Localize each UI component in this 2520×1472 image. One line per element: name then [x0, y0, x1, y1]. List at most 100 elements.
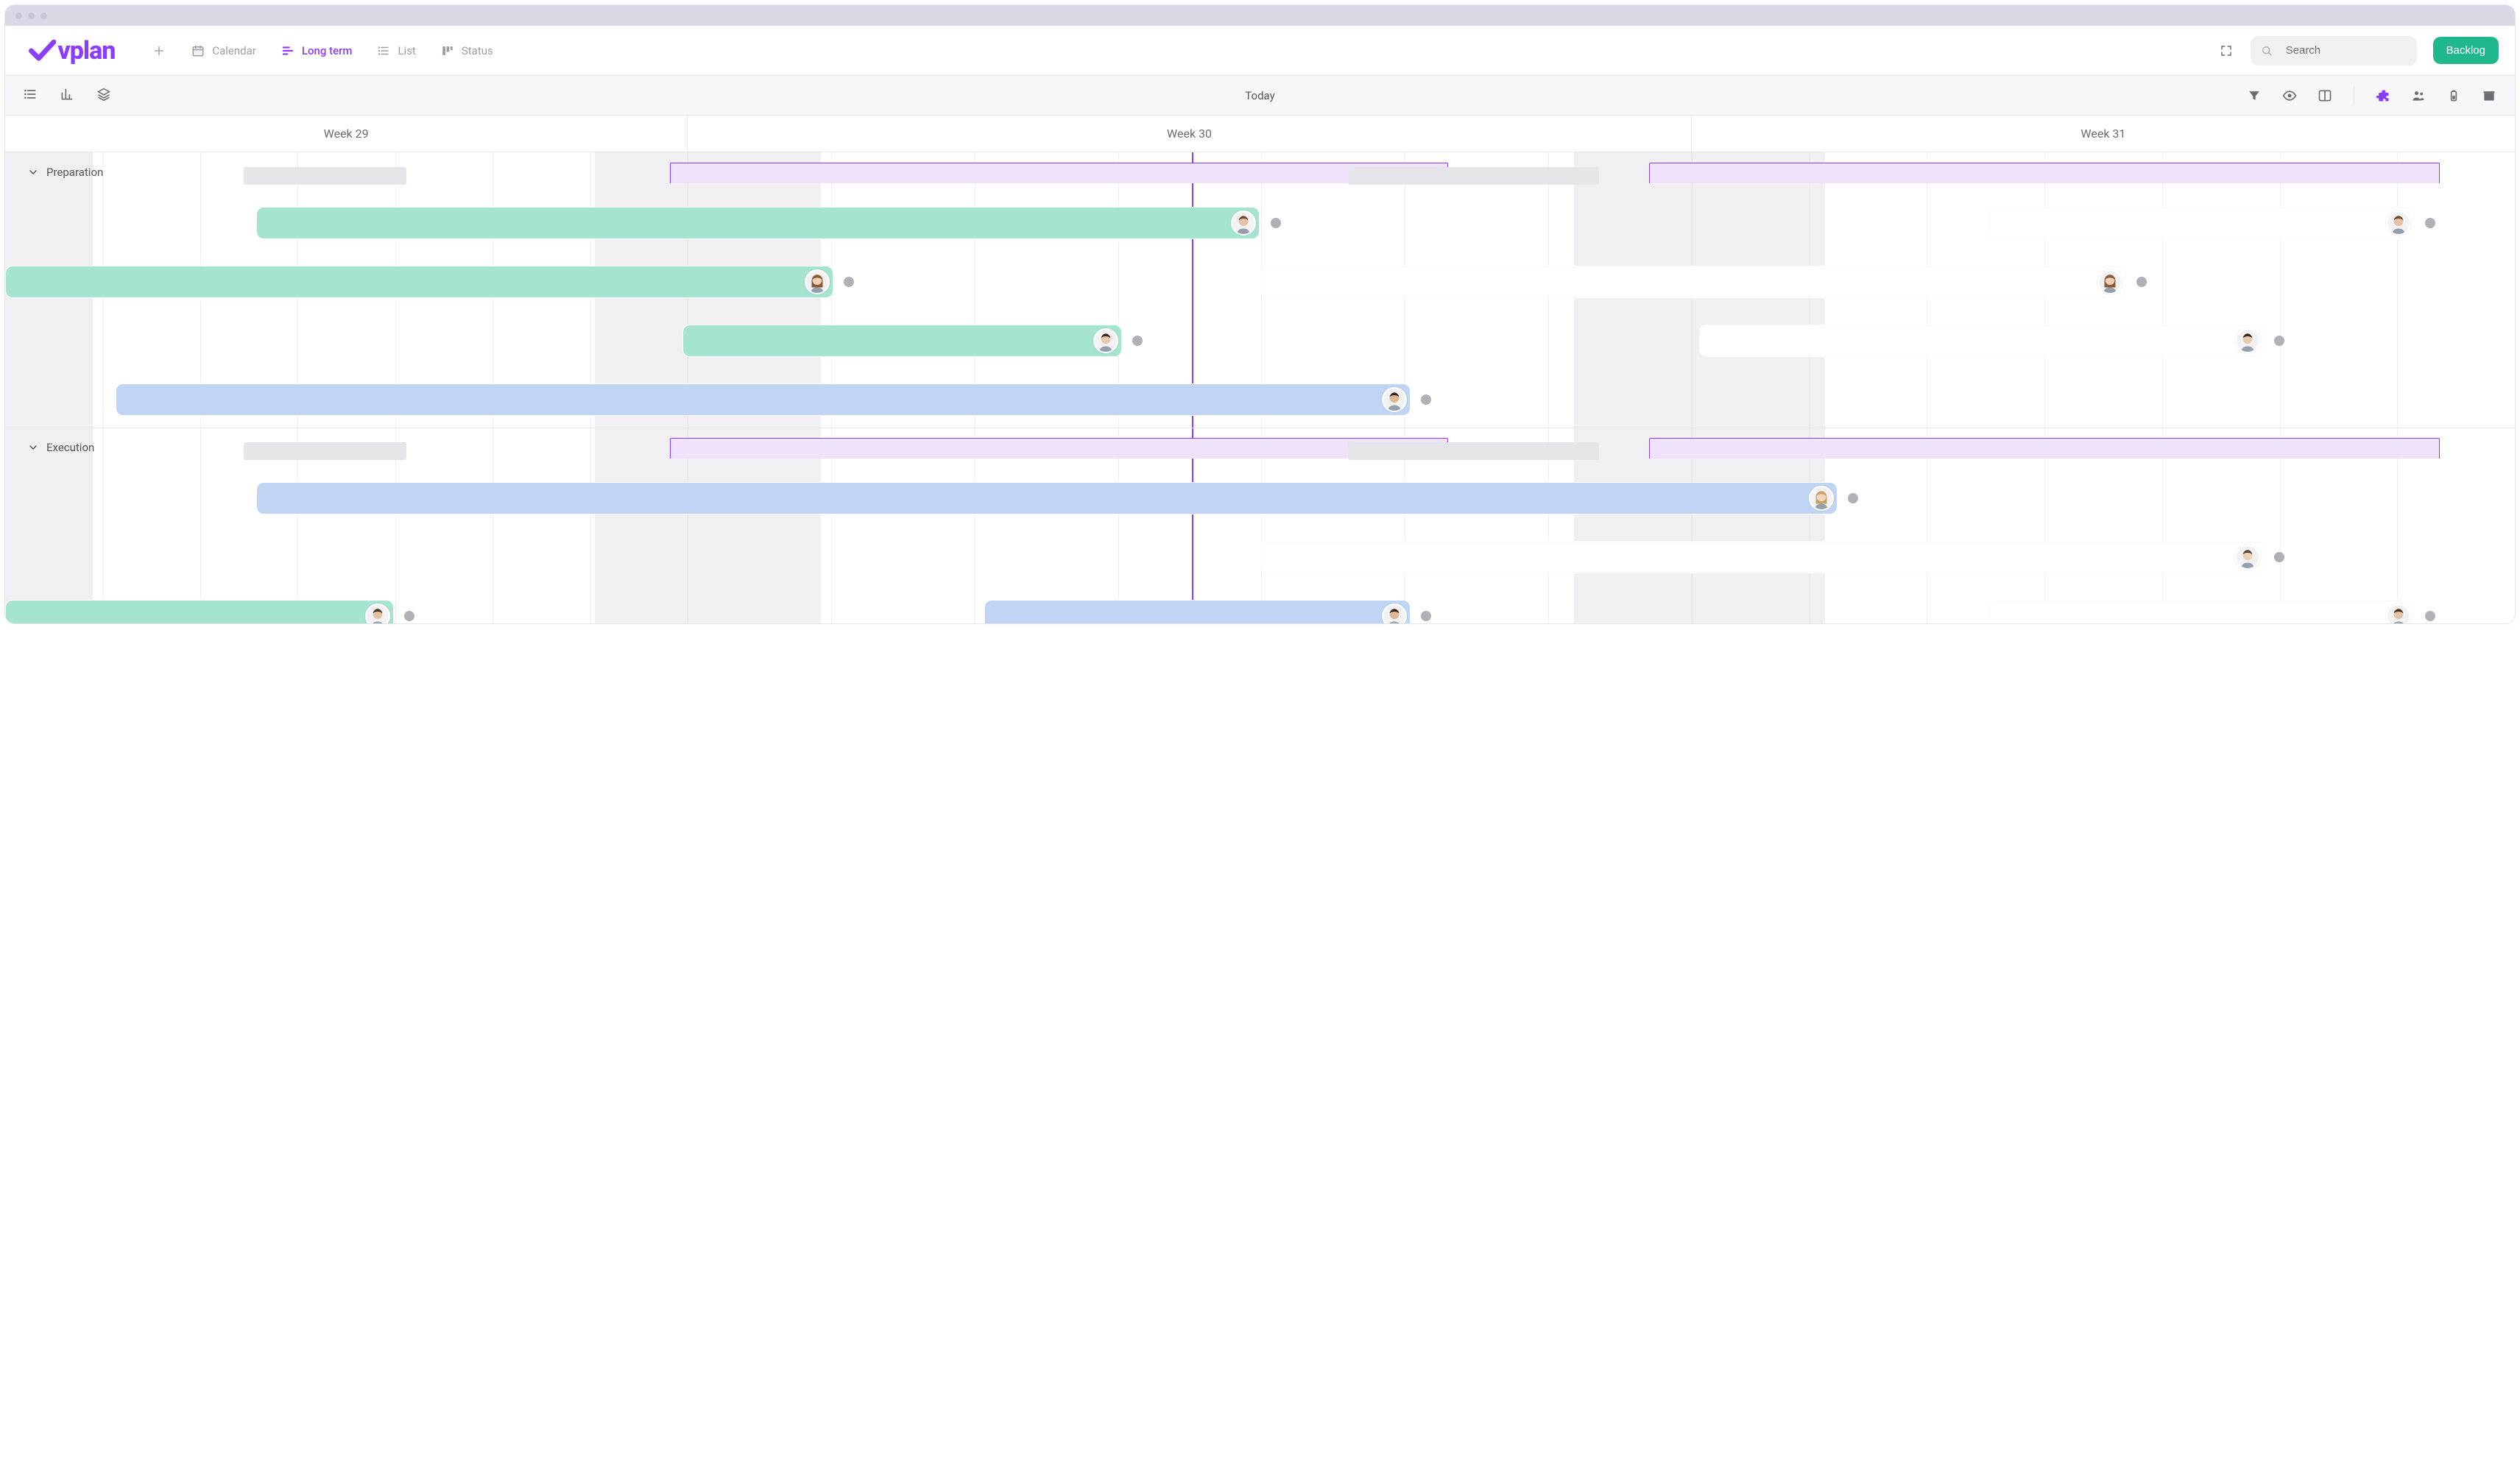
- task-bar[interactable]: [984, 600, 1411, 623]
- today-label[interactable]: Today: [1245, 89, 1274, 102]
- calendar-icon: [191, 44, 205, 57]
- task-bar[interactable]: [116, 383, 1411, 416]
- expand-icon: [2220, 44, 2233, 57]
- list-bulleted-icon: [23, 87, 38, 102]
- team-button[interactable]: [2410, 88, 2427, 103]
- assignee-avatar[interactable]: [805, 269, 830, 294]
- filter-button[interactable]: [2246, 88, 2262, 103]
- window-titlebar: [5, 5, 2515, 26]
- capacity-curve: [670, 163, 1448, 183]
- assignee-avatar[interactable]: [1382, 604, 1407, 623]
- task-status-dot[interactable]: [2274, 336, 2284, 346]
- task-bar[interactable]: [682, 325, 1122, 357]
- view-longterm[interactable]: Long term: [281, 44, 353, 57]
- chart-toggle-button[interactable]: [60, 87, 74, 105]
- list-toggle-button[interactable]: [23, 87, 38, 105]
- week-header-cell: Week 31: [1692, 116, 2515, 152]
- weeks-header: Week 29 Week 30 Week 31: [5, 116, 2515, 152]
- list-icon: [377, 44, 390, 57]
- task-status-dot[interactable]: [844, 277, 854, 287]
- task-status-dot[interactable]: [1848, 493, 1858, 503]
- task-bar[interactable]: [1260, 266, 2126, 298]
- archive-icon: [2482, 88, 2496, 103]
- visibility-button[interactable]: [2281, 88, 2298, 103]
- chevron-down-icon: [27, 442, 39, 453]
- toolbar-left: [23, 87, 111, 105]
- view-list[interactable]: List: [377, 44, 415, 57]
- task-bar[interactable]: [5, 266, 833, 298]
- search-box[interactable]: [2251, 36, 2417, 66]
- columns-button[interactable]: [2317, 88, 2333, 103]
- task-status-dot[interactable]: [2425, 611, 2435, 621]
- assignee-avatar[interactable]: [2235, 545, 2260, 570]
- assignee-avatar[interactable]: [1809, 486, 1834, 511]
- plugins-button[interactable]: [2375, 88, 2391, 103]
- capacity-curve: [1649, 163, 2440, 183]
- week-label: Week 31: [2080, 127, 2125, 141]
- app-header: vplan Calendar Long term List Status: [5, 26, 2515, 76]
- traffic-light-dot: [28, 13, 35, 19]
- task-bar[interactable]: [5, 600, 394, 623]
- resource-button[interactable]: [2446, 88, 2462, 103]
- traffic-light-dot: [15, 13, 22, 19]
- brand-logo: vplan: [29, 36, 115, 66]
- assignee-avatar[interactable]: [2386, 210, 2411, 236]
- capacity-background: [244, 442, 407, 460]
- app-window: vplan Calendar Long term List Status: [4, 4, 2516, 624]
- assignee-avatar[interactable]: [2235, 328, 2260, 353]
- add-button[interactable]: [149, 40, 169, 61]
- view-switcher: Calendar Long term List Status: [191, 44, 493, 57]
- header-right: Backlog: [2218, 36, 2499, 66]
- view-calendar[interactable]: Calendar: [191, 44, 256, 57]
- bar-chart-icon: [60, 87, 74, 102]
- checkmark-icon: [29, 38, 56, 63]
- assignee-avatar[interactable]: [2097, 269, 2122, 294]
- group-header-execution[interactable]: Execution: [27, 441, 94, 454]
- search-input[interactable]: [2280, 37, 2413, 65]
- task-bar[interactable]: [256, 207, 1260, 239]
- task-status-dot[interactable]: [1271, 218, 1281, 228]
- task-bar[interactable]: [1699, 325, 2264, 357]
- layers-button[interactable]: [96, 87, 111, 105]
- task-status-dot[interactable]: [1421, 611, 1431, 621]
- week-header-cell: Week 30: [688, 116, 1692, 152]
- archive-button[interactable]: [2481, 88, 2497, 103]
- task-bar[interactable]: [1988, 600, 2415, 623]
- view-list-label: List: [398, 44, 415, 57]
- assignee-avatar[interactable]: [1382, 387, 1407, 412]
- fullscreen-button[interactable]: [2218, 43, 2234, 59]
- assignee-avatar[interactable]: [365, 604, 390, 623]
- capacity-curve: [670, 438, 1448, 459]
- task-status-dot[interactable]: [2425, 218, 2435, 228]
- assignee-avatar[interactable]: [1093, 328, 1118, 353]
- task-bar[interactable]: [1260, 541, 2265, 573]
- capacity-background: [244, 167, 407, 185]
- assignee-avatar[interactable]: [1231, 210, 1256, 236]
- task-status-dot[interactable]: [1132, 336, 1143, 346]
- puzzle-icon: [2376, 88, 2390, 103]
- task-status-dot[interactable]: [1421, 394, 1431, 405]
- capacity-curve: [1649, 438, 2440, 459]
- backlog-button[interactable]: Backlog: [2433, 37, 2499, 64]
- task-status-dot[interactable]: [2274, 552, 2284, 562]
- week-label: Week 29: [324, 127, 369, 141]
- day-gridline: [102, 152, 103, 623]
- capacity-background: [1348, 442, 1599, 460]
- timeline-canvas[interactable]: Preparation: [5, 152, 2515, 623]
- task-status-dot[interactable]: [2136, 277, 2147, 287]
- columns-icon: [2318, 88, 2332, 103]
- task-bar[interactable]: [256, 482, 1838, 514]
- assignee-avatar[interactable]: [2386, 604, 2411, 623]
- capacity-background: [1348, 167, 1599, 185]
- kanban-icon: [441, 44, 454, 57]
- view-status-label: Status: [462, 44, 493, 57]
- view-calendar-label: Calendar: [212, 44, 256, 57]
- view-status[interactable]: Status: [441, 44, 493, 57]
- task-bar[interactable]: [1988, 207, 2415, 239]
- group-header-preparation[interactable]: Preparation: [27, 166, 103, 179]
- users-icon: [2411, 88, 2426, 103]
- chevron-down-icon: [27, 166, 39, 178]
- weekend-band: [5, 152, 93, 623]
- brand-text: vplan: [57, 36, 115, 66]
- group-label: Execution: [46, 441, 94, 454]
